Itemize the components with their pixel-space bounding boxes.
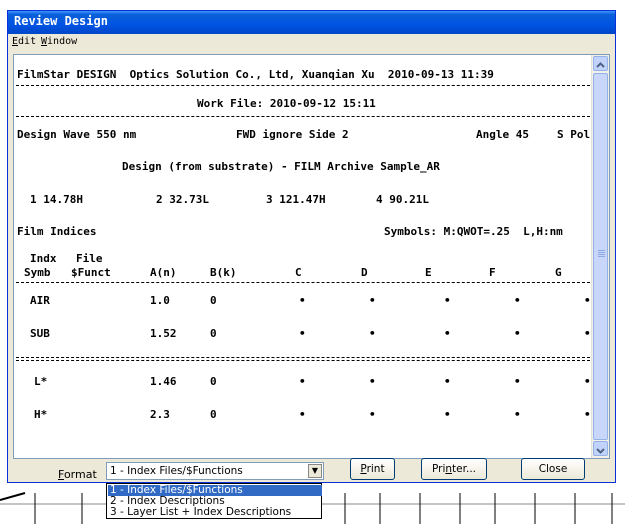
angle: Angle 45 [476,128,529,141]
row-an: 1.0 [150,294,170,307]
polarization: S Pol [557,128,591,141]
separator [16,282,590,283]
design-line: Design (from substrate) - FILM Archive S… [122,160,440,173]
menu-window[interactable]: Window [41,36,77,47]
row-bk: 0 [210,327,217,340]
col-c: C [295,266,302,279]
grip-line [598,256,605,257]
row-dot: • [369,327,376,340]
row-symb: L* [34,375,48,388]
fwd-side: FWD ignore Side 2 [236,128,349,141]
menu-edit[interactable]: Edit [12,36,36,47]
row-an: 1.46 [150,375,177,388]
scroll-down-button[interactable] [593,441,608,456]
report-content: FilmStar DESIGN Optics Solution Co., Ltd… [14,55,592,458]
dropdown-arrow-icon[interactable]: ▼ [308,464,322,478]
col-symb: Symb [24,266,51,279]
row-dot: • [444,294,451,307]
symbols-legend: Symbols: M:QWOT=.25 L,H:nm [384,225,563,238]
film-indices-heading: Film Indices [17,225,97,238]
report-header: FilmStar DESIGN Optics Solution Co., Ltd… [17,68,494,81]
print-button[interactable]: Print [350,458,395,480]
format-option[interactable]: 3 - Layer List + Index Descriptions [108,507,322,518]
separator [16,116,590,117]
row-dot: • [514,408,521,421]
row-bk: 0 [210,375,217,388]
row-dot: • [584,294,591,307]
separator [16,85,590,86]
layer-3: 3 121.47H [266,193,326,206]
layer-1: 1 14.78H [30,193,83,206]
row-dot: • [369,375,376,388]
close-button[interactable]: Close [521,458,585,480]
col-file: File [76,252,103,265]
row-dot: • [369,294,376,307]
row-symb: AIR [30,294,50,307]
scroll-thumb[interactable] [593,73,608,440]
row-dot: • [444,408,451,421]
col-g: G [555,266,562,279]
col-indx: Indx [30,252,57,265]
chevron-down-icon [596,448,605,454]
row-an: 1.52 [150,327,177,340]
row-dot: • [584,408,591,421]
row-dot: • [299,408,306,421]
row-an: 2.3 [150,408,170,421]
row-dot: • [444,375,451,388]
design-wave: Design Wave 550 nm [17,128,137,141]
row-dot: • [514,375,521,388]
layer-4: 4 90.21L [376,193,429,206]
grip-line [598,250,605,251]
col-e: E [425,266,432,279]
title-bar[interactable]: Review Design [8,11,615,34]
row-dot: • [299,327,306,340]
col-funct: $Funct [71,266,111,279]
menu-bar: Edit Window [8,34,615,52]
format-select[interactable]: 1 - Index Files/$Functions ▼ [106,462,324,480]
format-selected-value: 1 - Index Files/$Functions [110,465,243,477]
row-dot: • [299,294,306,307]
grip-line [598,254,605,255]
vertical-scrollbar[interactable] [591,55,609,458]
separator [16,357,590,358]
row-bk: 0 [210,294,217,307]
chevron-up-icon [596,62,605,68]
row-dot: • [584,327,591,340]
window-title: Review Design [14,14,108,28]
layer-2: 2 32.73L [156,193,209,206]
scroll-up-button[interactable] [593,56,608,71]
format-label: Format [58,468,97,481]
report-text-area[interactable]: FilmStar DESIGN Optics Solution Co., Ltd… [13,54,610,459]
format-dropdown-list[interactable]: 1 - Index Files/$Functions 2 - Index Des… [106,483,323,519]
row-dot: • [299,375,306,388]
row-dot: • [514,294,521,307]
row-bk: 0 [210,408,217,421]
col-an: A(n) [150,266,177,279]
review-design-window: Review Design Edit Window FilmStar DESIG… [7,10,616,483]
row-dot: • [584,375,591,388]
work-file: Work File: 2010-09-12 15:11 [197,97,376,110]
row-dot: • [369,408,376,421]
row-symb: SUB [30,327,50,340]
grip-line [598,252,605,253]
row-dot: • [444,327,451,340]
col-bk: B(k) [210,266,237,279]
col-f: F [489,266,496,279]
col-d: D [361,266,368,279]
separator [16,360,590,361]
row-symb: H* [34,408,48,421]
row-dot: • [514,327,521,340]
printer-button[interactable]: Printer... [421,458,487,480]
